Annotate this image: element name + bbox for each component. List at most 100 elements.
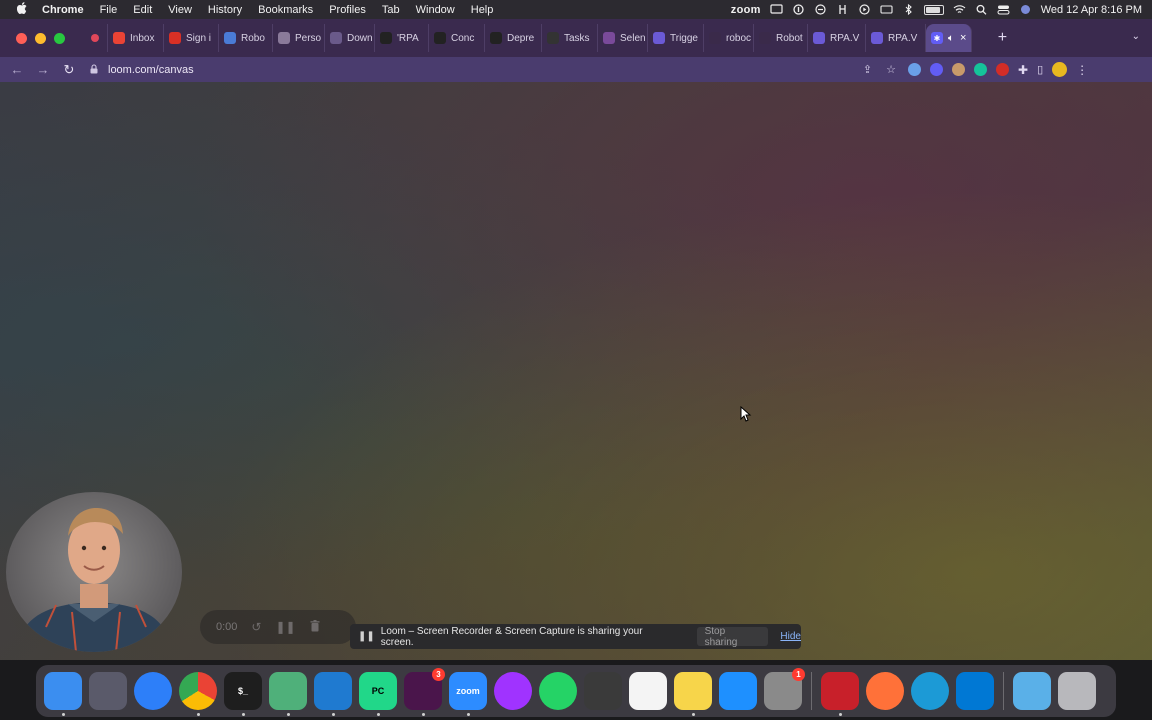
back-button[interactable]: ← bbox=[4, 62, 30, 77]
bookmark-star-icon[interactable]: ☆ bbox=[886, 63, 896, 76]
forward-button[interactable]: → bbox=[30, 62, 56, 77]
clock[interactable]: Wed 12 Apr 8:16 PM bbox=[1041, 4, 1142, 16]
tab-1[interactable]: Inbox bbox=[108, 24, 164, 52]
tab-13[interactable]: Robot bbox=[754, 24, 808, 52]
tab-15[interactable]: RPA.V bbox=[866, 24, 926, 52]
tab-4[interactable]: Perso bbox=[273, 24, 325, 52]
dock-reminders-icon[interactable] bbox=[629, 672, 667, 710]
dock-app-store-icon[interactable] bbox=[719, 672, 757, 710]
dock-firefox-icon[interactable] bbox=[866, 672, 904, 710]
dock-safari-icon[interactable] bbox=[134, 672, 172, 710]
tab-0[interactable] bbox=[86, 24, 108, 52]
keyboard-icon[interactable] bbox=[880, 4, 893, 15]
menu-bookmarks[interactable]: Bookmarks bbox=[258, 4, 313, 16]
menu-profiles[interactable]: Profiles bbox=[329, 4, 366, 16]
dock-finder-icon[interactable] bbox=[44, 672, 82, 716]
omnibox-actions: ⇪ ☆ bbox=[863, 63, 896, 76]
dock-zoom-icon[interactable]: zoom bbox=[449, 672, 487, 716]
close-tab-icon[interactable]: × bbox=[960, 32, 966, 44]
audio-playing-icon[interactable]: 🔈︎ bbox=[948, 33, 954, 44]
dock-notes-icon[interactable] bbox=[674, 672, 712, 716]
extension-loom-icon[interactable] bbox=[930, 63, 943, 76]
tab-5[interactable]: Down bbox=[325, 24, 375, 52]
spotlight-icon[interactable] bbox=[975, 4, 988, 15]
url-text[interactable]: loom.com/canvas bbox=[108, 64, 194, 76]
dock-system-settings-icon[interactable]: 1 bbox=[764, 668, 805, 710]
hide-banner-link[interactable]: Hide bbox=[780, 631, 801, 642]
tab-8[interactable]: Depre bbox=[485, 24, 542, 52]
menu-history[interactable]: History bbox=[208, 4, 242, 16]
dock-calculator-icon[interactable] bbox=[584, 672, 622, 710]
tab-10[interactable]: Selen bbox=[598, 24, 648, 52]
menu-file[interactable]: File bbox=[100, 4, 118, 16]
profile-avatar[interactable] bbox=[1052, 62, 1068, 77]
extension-cookie-icon[interactable] bbox=[952, 63, 965, 76]
menu-window[interactable]: Window bbox=[416, 4, 455, 16]
restart-icon[interactable]: ↺ bbox=[251, 620, 261, 634]
chrome-menu-icon[interactable]: ⋮ bbox=[1076, 63, 1088, 77]
extension-grammarly-icon[interactable] bbox=[974, 63, 987, 76]
tab-3[interactable]: Robo bbox=[219, 24, 273, 52]
share-icon[interactable]: ⇪ bbox=[863, 63, 872, 76]
dock-pycharm-icon[interactable]: PC bbox=[359, 672, 397, 716]
dock-whatsapp-icon[interactable] bbox=[539, 672, 577, 710]
minimize-window-button[interactable] bbox=[35, 32, 46, 44]
dock-messenger-icon[interactable] bbox=[494, 672, 532, 710]
sync-icon[interactable] bbox=[814, 4, 827, 15]
dock-chrome-icon[interactable] bbox=[179, 672, 217, 716]
address-bar[interactable]: loom.com/canvas ⇪ ☆ bbox=[88, 59, 908, 80]
dock-windows-icon[interactable] bbox=[956, 672, 994, 710]
battery-icon[interactable] bbox=[923, 4, 944, 15]
control-center-icon[interactable] bbox=[997, 4, 1010, 15]
dock-trash-icon[interactable] bbox=[1058, 672, 1096, 710]
tab-9[interactable]: Tasks bbox=[542, 24, 598, 52]
menu-tab[interactable]: Tab bbox=[382, 4, 400, 16]
lock-icon[interactable] bbox=[88, 63, 100, 76]
new-tab-button[interactable]: + bbox=[990, 29, 1014, 47]
dock-downloads-folder-icon[interactable] bbox=[1013, 672, 1051, 710]
dock-atom-icon[interactable] bbox=[269, 672, 307, 716]
onepassword-icon[interactable] bbox=[792, 4, 805, 15]
robocorp-icon bbox=[653, 32, 665, 44]
reload-button[interactable]: ↻ bbox=[56, 62, 82, 78]
extensions-puzzle-icon[interactable]: ✚ bbox=[1018, 63, 1028, 77]
close-window-button[interactable] bbox=[16, 32, 27, 44]
pause-icon[interactable]: ❚❚ bbox=[275, 620, 295, 634]
fork-icon[interactable] bbox=[836, 4, 849, 15]
extension-lastpass-icon[interactable] bbox=[996, 63, 1009, 76]
menu-view[interactable]: View bbox=[168, 4, 192, 16]
delete-trash-icon[interactable] bbox=[310, 619, 320, 635]
dock-launchpad-icon[interactable] bbox=[89, 672, 127, 710]
running-indicator bbox=[332, 713, 335, 716]
menu-app-name[interactable]: Chrome bbox=[42, 4, 84, 16]
zoom-window-button[interactable] bbox=[54, 32, 65, 44]
tab-12[interactable]: roboc bbox=[704, 24, 754, 52]
extension-google-lens-icon[interactable] bbox=[908, 63, 921, 76]
camera-bubble[interactable] bbox=[6, 492, 182, 652]
side-panel-icon[interactable]: ▯ bbox=[1037, 63, 1043, 76]
dock-terminal-icon[interactable]: $_ bbox=[224, 672, 262, 716]
tab-14[interactable]: RPA.V bbox=[808, 24, 866, 52]
display-icon[interactable] bbox=[770, 4, 783, 15]
menu-edit[interactable]: Edit bbox=[133, 4, 152, 16]
wifi-icon[interactable] bbox=[953, 4, 966, 15]
bluetooth-icon[interactable] bbox=[902, 4, 915, 15]
tab-2[interactable]: Sign i bbox=[164, 24, 219, 52]
tab-active-loom[interactable]: ✱ 🔈︎ × bbox=[926, 24, 973, 52]
siri-icon[interactable] bbox=[1019, 4, 1032, 15]
dock-slack-icon[interactable]: 3 bbox=[404, 668, 445, 716]
apple-icon[interactable] bbox=[12, 2, 32, 17]
notification-badge: 3 bbox=[432, 668, 445, 681]
dock-vscode-icon[interactable] bbox=[314, 672, 352, 716]
gmail-icon bbox=[113, 32, 125, 44]
play-icon[interactable] bbox=[858, 4, 871, 15]
tab-11[interactable]: Trigge bbox=[648, 24, 704, 52]
tab-7[interactable]: Conc bbox=[429, 24, 485, 52]
tab-6[interactable]: 'RPA bbox=[375, 24, 429, 52]
stop-sharing-button[interactable]: Stop sharing bbox=[696, 626, 769, 648]
tab-search-chevron-icon[interactable]: ⌄ bbox=[1132, 31, 1140, 42]
dock-parallels-icon[interactable] bbox=[821, 672, 859, 716]
menu-help[interactable]: Help bbox=[471, 4, 494, 16]
dock-edge-icon[interactable] bbox=[911, 672, 949, 710]
zoom-status-item[interactable]: zoom bbox=[731, 4, 761, 16]
